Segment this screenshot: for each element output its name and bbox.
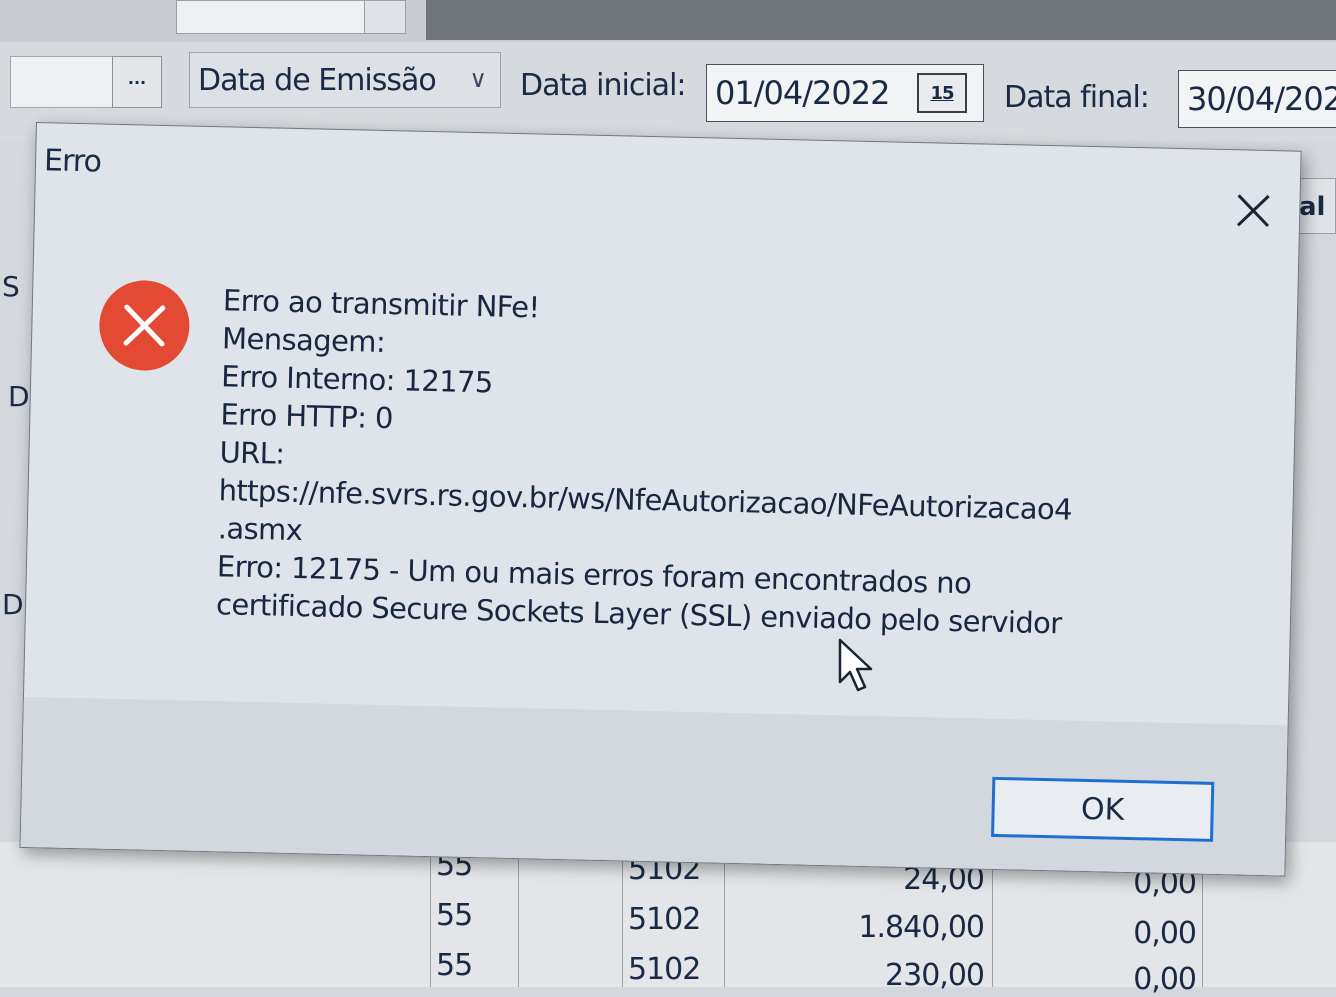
table-cell-cfop: 5102	[628, 952, 701, 987]
grid-line	[518, 842, 519, 987]
error-dialog: Erro Erro ao transmitir NFe! Mensagem: E…	[19, 122, 1302, 877]
mouse-cursor-icon	[836, 638, 876, 696]
table-cell-other: 0,00	[1133, 962, 1197, 997]
error-icon	[97, 278, 191, 372]
side-fragment: S	[2, 270, 20, 303]
table-cell-cfop: 5102	[628, 902, 701, 937]
error-message: Erro ao transmitir NFe! Mensagem: Erro I…	[216, 281, 1253, 646]
table-cell-other: 0,00	[1133, 916, 1197, 951]
table-cell-mod: 55	[436, 948, 473, 983]
search-field[interactable]	[10, 56, 120, 108]
top-field-button[interactable]	[364, 1, 405, 33]
table-cell-mod: 55	[436, 898, 473, 933]
end-date-field[interactable]: 30/04/202	[1178, 70, 1336, 128]
top-toolbar	[0, 0, 1336, 42]
side-fragment: D	[8, 380, 30, 413]
dialog-title: Erro	[43, 143, 102, 180]
top-field[interactable]	[176, 0, 406, 34]
start-date-value: 01/04/2022	[715, 74, 890, 112]
date-type-select[interactable]: Data de Emissão ∨	[189, 52, 501, 108]
ok-button[interactable]: OK	[991, 776, 1215, 842]
side-fragment: D	[2, 588, 24, 621]
start-date-label: Data inicial:	[520, 68, 687, 103]
grid-line	[622, 842, 623, 987]
calendar-icon[interactable]: 15	[917, 73, 967, 113]
grid-line	[430, 842, 431, 987]
close-icon[interactable]	[1233, 190, 1274, 231]
date-type-label: Data de Emissão	[198, 62, 437, 98]
end-date-label: Data final:	[1004, 80, 1150, 115]
start-date-field[interactable]: 01/04/2022 15	[706, 64, 984, 122]
table-cell-value: 1.840,00	[858, 910, 985, 945]
table-cell-value: 230,00	[885, 958, 985, 993]
chevron-down-icon: ∨	[469, 65, 487, 93]
ellipsis-button[interactable]: ···	[112, 56, 162, 108]
end-date-value: 30/04/202	[1187, 80, 1336, 118]
top-dark-bar	[426, 0, 1336, 40]
